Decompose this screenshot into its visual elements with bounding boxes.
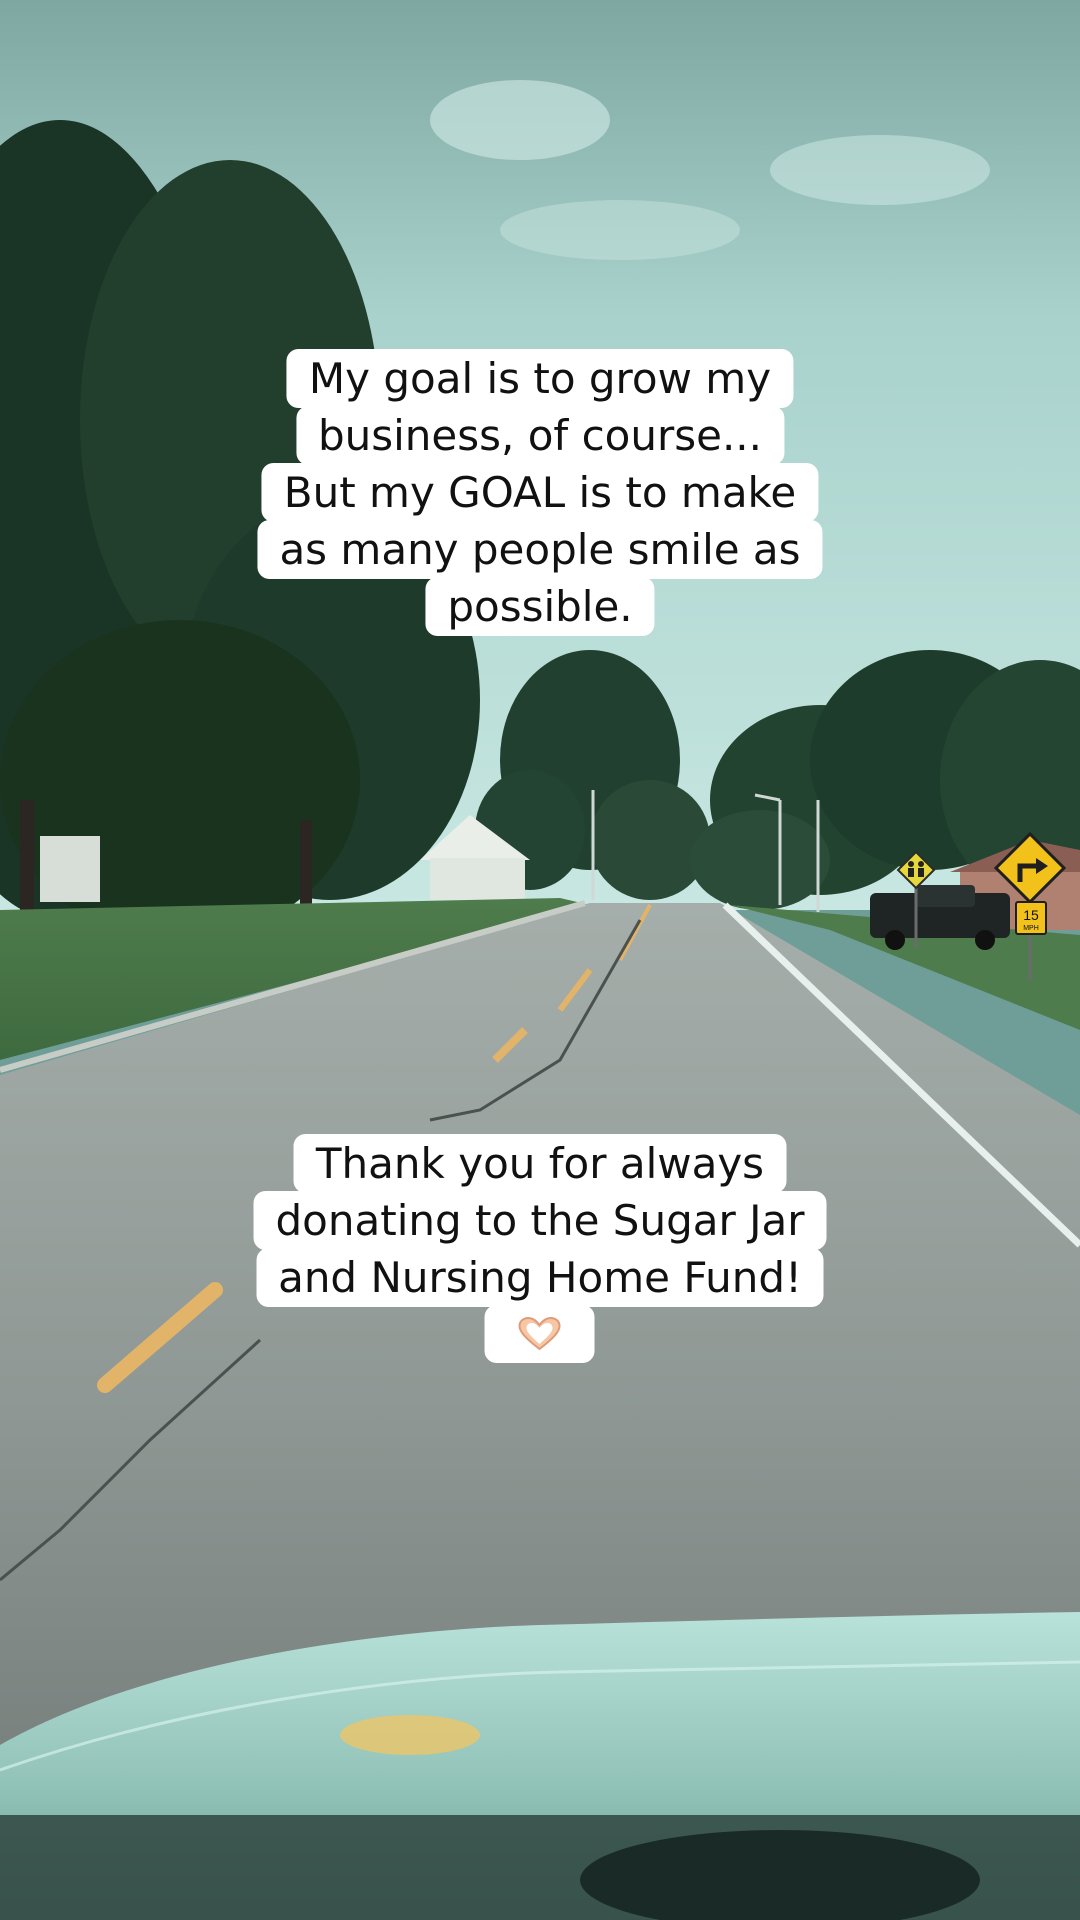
caption-top: My goal is to grow my business, of cours…	[257, 349, 823, 636]
emoji-line	[485, 1305, 595, 1363]
caption-bottom: Thank you for always donating to the Sug…	[253, 1134, 827, 1363]
caption-line: But my GOAL is to make	[261, 463, 819, 522]
speed-limit-value: 15	[1023, 907, 1039, 923]
caption-line: Thank you for always	[293, 1134, 787, 1193]
video-frame: 15 MPH My goal is to grow my business, o…	[0, 0, 1080, 1920]
speed-limit-unit: MPH	[1023, 925, 1039, 932]
caption-line: donating to the Sugar Jar	[253, 1191, 827, 1250]
caption-line: business, of course...	[295, 406, 785, 465]
road-scene: 15 MPH	[0, 0, 1080, 1920]
cloud	[430, 80, 610, 160]
caption-line: possible.	[425, 577, 655, 636]
speed-limit-sign: 15 MPH	[1015, 901, 1047, 935]
cloud	[500, 200, 740, 260]
caption-line: and Nursing Home Fund!	[256, 1248, 824, 1307]
caption-line: as many people smile as	[257, 520, 823, 579]
hood-stain	[340, 1715, 480, 1755]
heart-hands-icon	[518, 1317, 562, 1351]
caption-line: My goal is to grow my	[286, 349, 794, 408]
cloud	[770, 135, 990, 205]
